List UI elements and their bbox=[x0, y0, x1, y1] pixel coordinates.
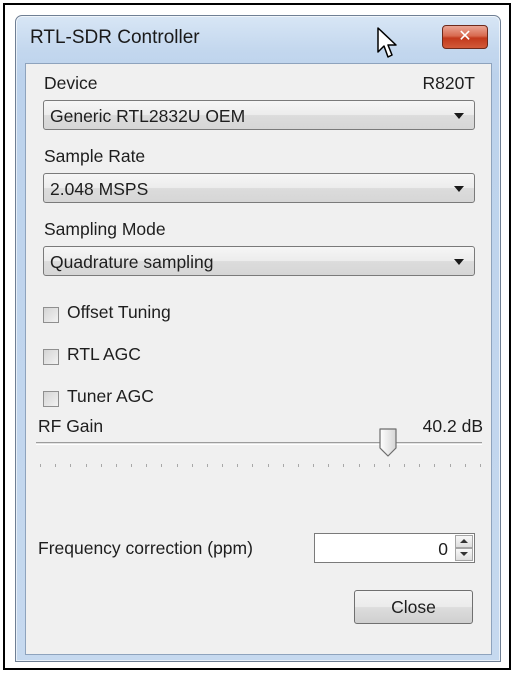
rf-gain-label: RF Gain bbox=[38, 416, 104, 436]
dialog-client-area: Device R820T Generic RTL2832U OEM Sample… bbox=[25, 63, 492, 655]
device-selected-value: Generic RTL2832U OEM bbox=[50, 106, 246, 126]
slider-tick bbox=[358, 464, 360, 467]
slider-tick bbox=[222, 464, 224, 467]
tuner-agc-checkbox[interactable] bbox=[43, 391, 59, 407]
slider-tick bbox=[252, 464, 254, 467]
chevron-down-icon bbox=[454, 259, 464, 265]
sampling-mode-label: Sampling Mode bbox=[44, 219, 166, 239]
slider-tick bbox=[328, 464, 330, 467]
rf-gain-value: 40.2 dB bbox=[422, 416, 483, 436]
title-bar[interactable]: RTL-SDR Controller ✕ bbox=[16, 16, 500, 62]
slider-tick bbox=[373, 464, 375, 467]
slider-tick bbox=[40, 464, 41, 467]
device-dropdown[interactable]: Generic RTL2832U OEM bbox=[43, 100, 475, 130]
slider-tick bbox=[115, 464, 117, 467]
slider-tick bbox=[388, 464, 390, 467]
window-close-button[interactable]: ✕ bbox=[442, 25, 488, 49]
sampling-mode-selected-value: Quadrature sampling bbox=[50, 252, 214, 272]
slider-tick bbox=[434, 464, 436, 467]
slider-tick bbox=[480, 464, 481, 467]
slider-tick bbox=[131, 464, 133, 467]
sample-rate-selected-value: 2.048 MSPS bbox=[50, 179, 149, 199]
slider-tick bbox=[100, 464, 102, 467]
sample-rate-dropdown[interactable]: 2.048 MSPS bbox=[43, 173, 475, 203]
slider-tick bbox=[343, 464, 345, 467]
slider-tick bbox=[146, 464, 148, 467]
offset-tuning-label[interactable]: Offset Tuning bbox=[67, 302, 171, 323]
slider-thumb[interactable] bbox=[378, 428, 398, 458]
slider-tick bbox=[85, 464, 87, 467]
sample-rate-label: Sample Rate bbox=[44, 146, 146, 166]
slider-tick bbox=[237, 464, 239, 467]
chevron-down-icon bbox=[454, 113, 464, 119]
sampling-mode-dropdown[interactable]: Quadrature sampling bbox=[43, 246, 475, 276]
close-button[interactable]: Close bbox=[354, 590, 473, 624]
slider-tick bbox=[449, 464, 451, 467]
slider-tick bbox=[206, 464, 208, 467]
slider-tick bbox=[419, 464, 421, 467]
frequency-correction-spinner[interactable]: 0 bbox=[314, 533, 475, 563]
frequency-correction-value[interactable]: 0 bbox=[438, 539, 448, 560]
rtl-sdr-controller-window: RTL-SDR Controller ✕ Device R820T Generi… bbox=[15, 15, 501, 662]
slider-tick bbox=[191, 464, 193, 467]
slider-tick bbox=[267, 464, 269, 467]
tuner-type-text: R820T bbox=[422, 73, 475, 93]
device-label: Device bbox=[44, 73, 98, 93]
slider-tick bbox=[55, 464, 57, 467]
slider-tick bbox=[161, 464, 163, 467]
slider-track[interactable] bbox=[36, 442, 482, 445]
rtl-agc-label[interactable]: RTL AGC bbox=[67, 344, 141, 365]
slider-tick bbox=[282, 464, 284, 467]
spin-down-icon[interactable] bbox=[455, 548, 473, 561]
mouse-pointer-icon bbox=[377, 27, 397, 58]
slider-ticks bbox=[40, 464, 481, 467]
rtl-agc-checkbox[interactable] bbox=[43, 349, 59, 365]
frequency-correction-label: Frequency correction (ppm) bbox=[38, 538, 253, 558]
close-icon: ✕ bbox=[458, 28, 472, 45]
window-title: RTL-SDR Controller bbox=[30, 27, 200, 48]
slider-tick bbox=[297, 464, 299, 467]
slider-tick bbox=[404, 464, 406, 467]
slider-tick bbox=[176, 464, 178, 467]
slider-tick bbox=[313, 464, 315, 467]
spin-up-icon[interactable] bbox=[455, 535, 473, 548]
chevron-down-icon bbox=[454, 186, 464, 192]
slider-tick bbox=[70, 464, 72, 467]
slider-tick bbox=[464, 464, 466, 467]
tuner-agc-label[interactable]: Tuner AGC bbox=[67, 386, 154, 407]
offset-tuning-checkbox[interactable] bbox=[43, 307, 59, 323]
